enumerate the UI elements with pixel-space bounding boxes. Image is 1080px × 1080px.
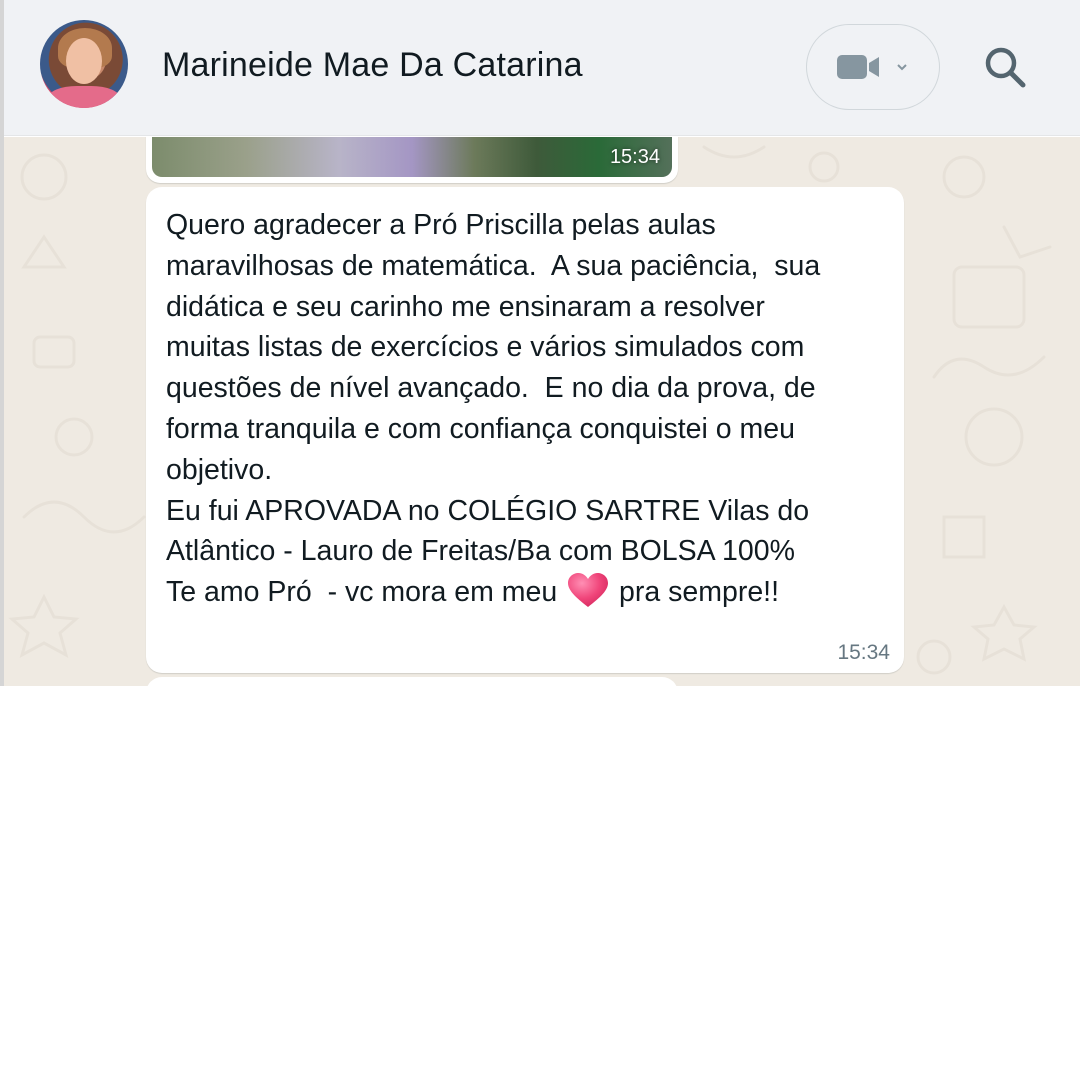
chevron-down-icon: [897, 64, 907, 71]
message-timestamp: 15:34: [609, 146, 660, 168]
message-text: Quero agradecer a Pró Priscilla pelas au…: [166, 205, 886, 613]
contact-avatar[interactable]: [40, 20, 128, 108]
message-text-part: pra sempre!!: [611, 576, 780, 609]
chat-window: Marineide Mae Da Catarina 15:34 Quero ag…: [0, 0, 1080, 686]
video-camera-icon: [837, 55, 907, 79]
text-message[interactable]: Quero agradecer a Pró Priscilla pelas au…: [146, 187, 904, 673]
chat-background: 15:34 Quero agradecer a Pró Priscilla pe…: [4, 137, 1080, 686]
search-icon: [985, 47, 1026, 88]
contact-name[interactable]: Marineide Mae Da Catarina: [162, 46, 583, 85]
image-message[interactable]: 15:34: [146, 137, 678, 183]
heart-icon: [568, 573, 609, 608]
avatar-shirt: [48, 86, 120, 108]
search-button[interactable]: [982, 44, 1028, 90]
message-timestamp: 15:34: [837, 641, 890, 664]
image-preview[interactable]: 15:34: [152, 137, 672, 177]
message-text-part: Quero agradecer a Pró Priscilla pelas au…: [166, 209, 821, 609]
avatar-face: [66, 38, 102, 84]
chat-header: Marineide Mae Da Catarina: [4, 0, 1080, 136]
next-message-bubble[interactable]: [146, 677, 678, 686]
video-call-button[interactable]: [806, 24, 940, 110]
